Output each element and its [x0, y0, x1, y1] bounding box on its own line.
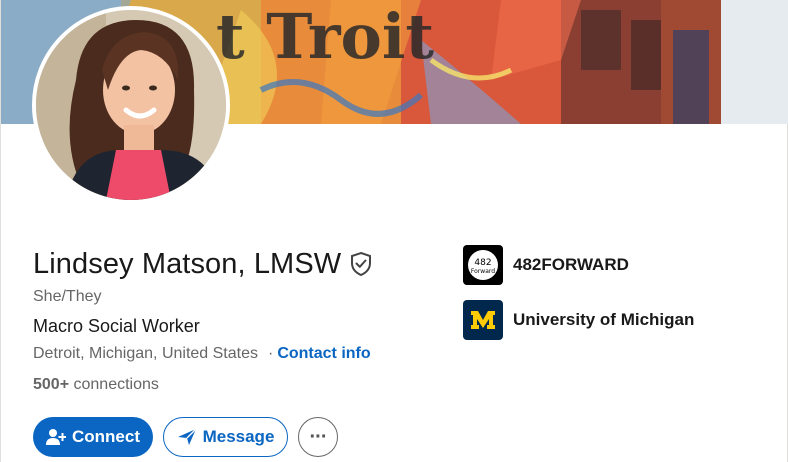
- more-icon: ···: [309, 426, 328, 448]
- location-row: Detroit, Michigan, United States · Conta…: [33, 345, 371, 363]
- send-icon: [177, 428, 197, 446]
- 482forward-logo-icon: 482 Forward: [463, 245, 503, 285]
- connections-label: connections: [73, 376, 159, 393]
- svg-text:482: 482: [474, 258, 491, 268]
- profile-photo: [36, 10, 226, 200]
- message-label: Message: [202, 427, 275, 446]
- contact-info-link[interactable]: Contact info: [277, 345, 370, 363]
- message-button[interactable]: Message: [163, 417, 288, 457]
- profile-avatar[interactable]: [32, 6, 230, 204]
- connect-label: Connect: [72, 427, 140, 446]
- umich-logo-icon: [463, 300, 503, 340]
- profile-location: Detroit, Michigan, United States: [33, 345, 258, 362]
- more-actions-button[interactable]: ···: [298, 417, 338, 457]
- svg-text:Forward: Forward: [471, 268, 495, 275]
- org-482forward[interactable]: 482 Forward 482FORWARD: [463, 245, 629, 285]
- separator-dot: ·: [268, 345, 274, 362]
- org-name-umich: University of Michigan: [513, 310, 695, 329]
- profile-card: t Troit Lindsey Matson, LMSW She/They Ma…: [0, 0, 788, 462]
- name-row: Lindsey Matson, LMSW: [33, 246, 373, 282]
- svg-text:t Troit: t Troit: [216, 0, 434, 73]
- connections-number: 500+: [33, 376, 70, 393]
- org-university-of-michigan[interactable]: University of Michigan: [463, 300, 694, 340]
- profile-name: Lindsey Matson, LMSW: [33, 247, 342, 280]
- profile-pronouns: She/They: [33, 288, 102, 305]
- shield-check-icon[interactable]: [349, 251, 373, 277]
- org-name-482forward: 482FORWARD: [513, 255, 629, 274]
- connect-button[interactable]: Connect: [33, 417, 153, 457]
- connections-count[interactable]: 500+ connections: [33, 376, 159, 394]
- profile-headline: Macro Social Worker: [33, 316, 200, 336]
- add-person-icon: [46, 428, 66, 446]
